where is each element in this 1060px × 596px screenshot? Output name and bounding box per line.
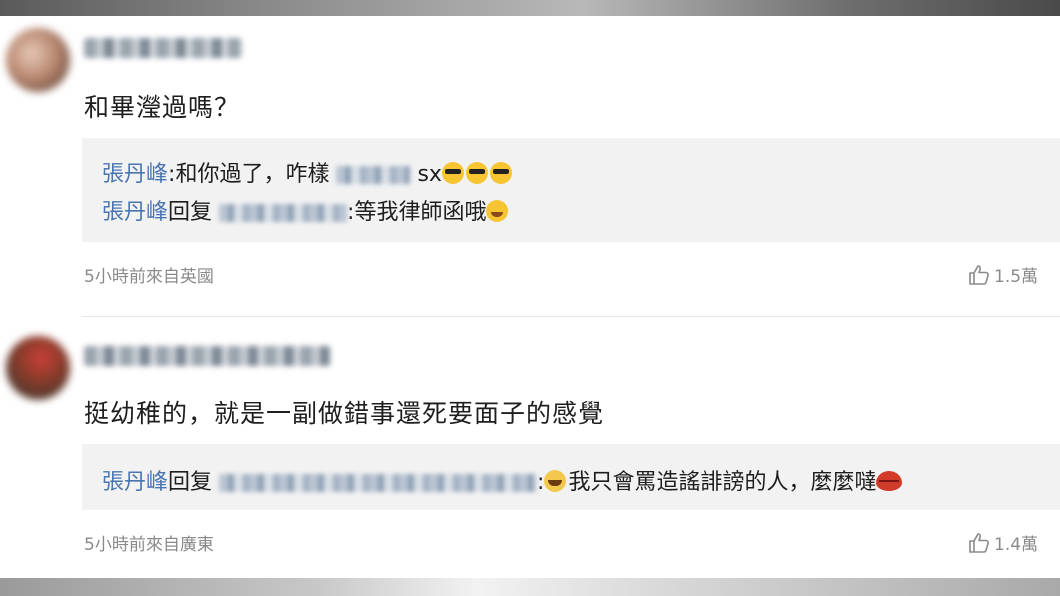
reply-username[interactable]: 張丹峰 [102,200,168,225]
reply-box: 張丹峰:和你過了，咋樣 sx 張丹峰回复 :等我律師函哦 [82,138,1060,242]
grin-emoji-icon [486,200,509,222]
laugh-emoji-icon [544,470,567,492]
blurred-mention[interactable] [219,474,538,492]
reply-line: 張丹峰:和你過了，咋樣 sx [102,156,514,188]
top-image-edge [0,0,1060,16]
reply-line: 張丹峰回复 :等我律師函哦 [102,194,510,226]
blurred-username[interactable] [84,38,242,58]
cool-emoji-icon [441,162,464,184]
thumbs-up-icon [969,533,989,553]
reply-text: 我只會罵造謠誹謗的人，麼麼噠 [568,470,877,495]
reply-text: 等我律師函哦 [354,200,487,225]
like-count: 1.4萬 [994,535,1039,555]
reply-username[interactable]: 張丹峰 [102,162,168,187]
bottom-image-edge [0,578,1060,596]
reply-text-suffix: sx [417,162,442,187]
reply-line: 張丹峰回复 : 我只會罵造謠誹謗的人，麼麼噠 [102,464,904,496]
like-count: 1.5萬 [994,267,1039,287]
cool-emoji-icon [489,162,512,184]
comment-time-location: 5小時前來自英國 [84,267,214,287]
avatar[interactable] [6,336,70,400]
blurred-mention[interactable] [219,204,348,222]
like-button[interactable]: 1.5萬 [968,262,1038,287]
comment-divider [82,316,1060,317]
blurred-username[interactable] [84,346,330,366]
blurred-mention [336,166,411,184]
thumbs-up-icon [969,265,989,285]
comment-time-location: 5小時前來自廣東 [84,535,214,555]
reply-box: 張丹峰回复 : 我只會罵造謠誹謗的人，麼麼噠 [82,444,1060,510]
reply-text: 和你過了，咋樣 [175,162,330,187]
comment-text: 和畢瀅過嗎？ [84,93,241,122]
lips-emoji-icon [876,471,903,491]
comment-text: 挺幼稚的，就是一副做錯事還死要面子的感覺 [84,399,605,428]
reply-username[interactable]: 張丹峰 [102,470,168,495]
avatar[interactable] [6,28,70,92]
like-button[interactable]: 1.4萬 [968,530,1038,555]
cool-emoji-icon [465,162,488,184]
